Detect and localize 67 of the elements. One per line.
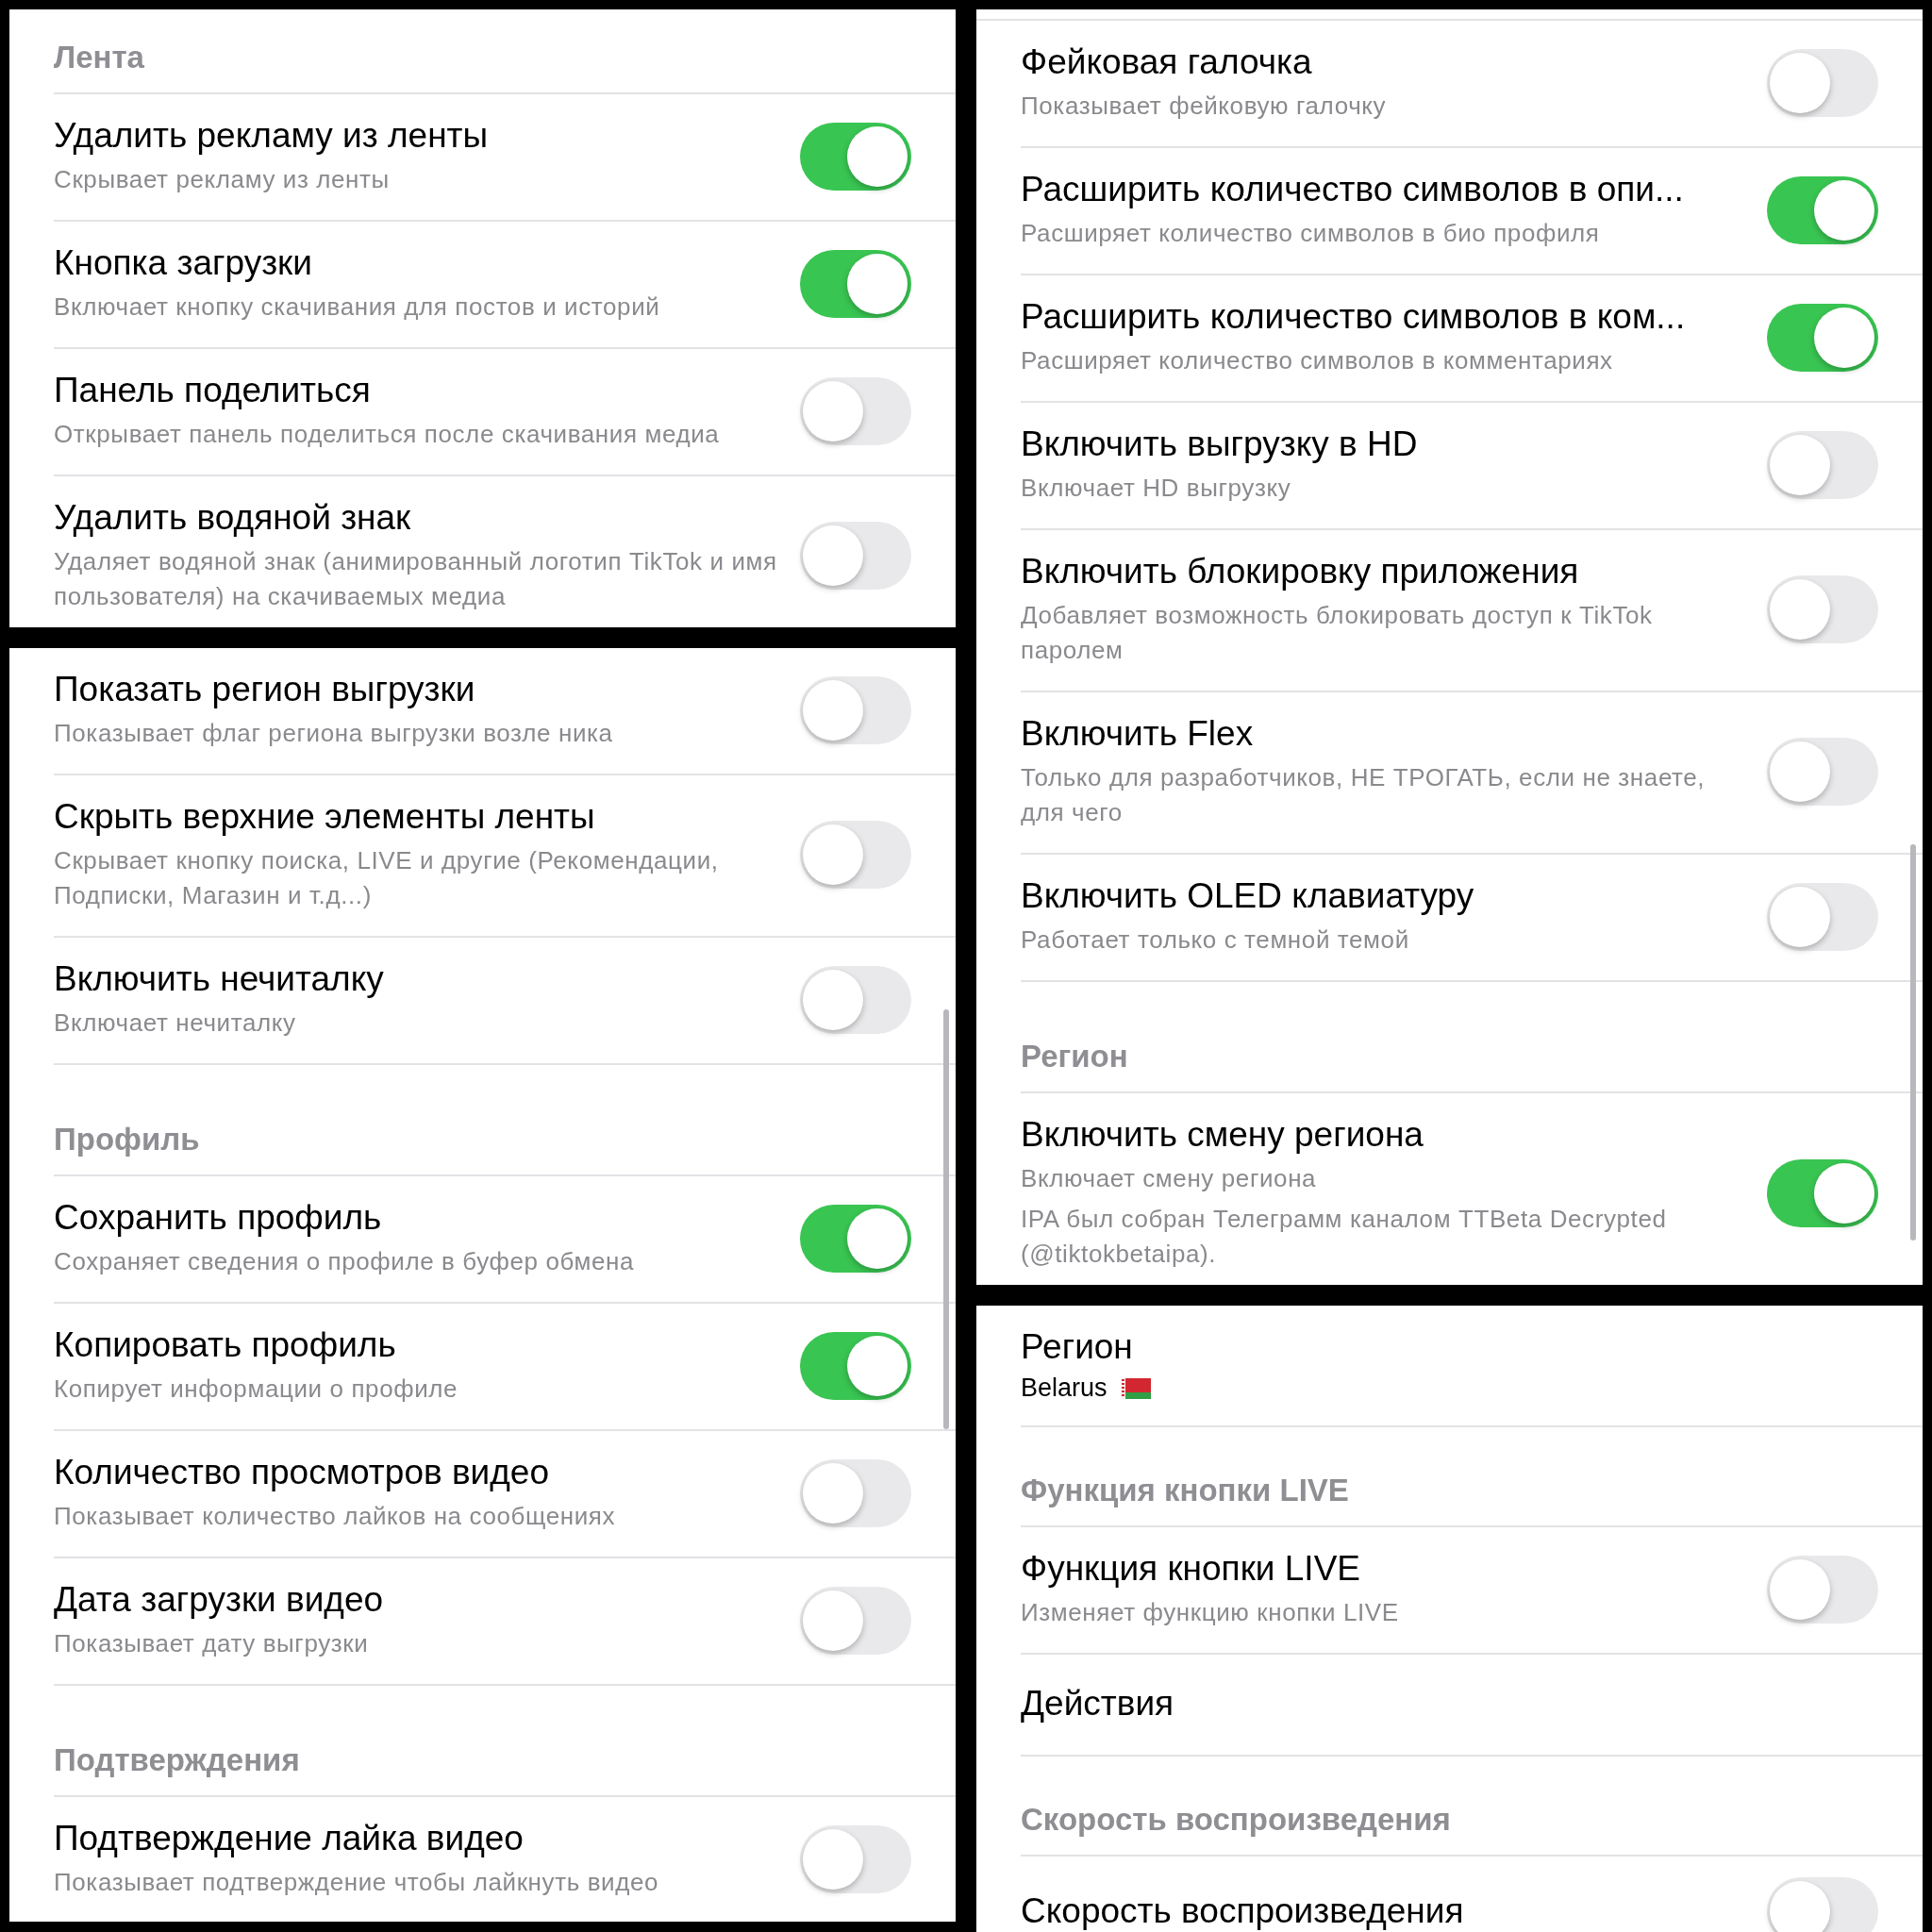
setting-description: Изменяет функцию кнопки LIVE [1021, 1597, 1400, 1628]
setting-description: Показывает количество лайков на сообщениях [54, 1501, 617, 1532]
setting-note: IPA был собран Телеграмм каналом TTBeta Decrypted (@tiktokbetaipa). [1021, 1204, 1668, 1270]
toggle-switch[interactable] [1767, 1555, 1878, 1624]
toggle-switch[interactable] [1767, 882, 1878, 951]
setting-description: Расширяет количество символов в комментариях [1021, 345, 1614, 376]
setting-title: Расширить количество символов в ком... [1021, 296, 1687, 338]
section-header: Лента [54, 9, 956, 94]
setting-description: Показывает дату выгрузки [54, 1628, 370, 1659]
setting-description: Добавляет возможность блокировать доступ к TikTok паролем [1021, 600, 1654, 666]
toggle-switch[interactable] [800, 1824, 911, 1893]
section-header: Функция кнопки LIVE [1021, 1427, 1923, 1527]
setting-description: Скрывает кнопку поиска, LIVE и другие (Рекомендации, Подписки, Магазин и т.д...) [54, 845, 720, 911]
toggle-switch[interactable] [1767, 430, 1878, 499]
toggle-switch[interactable] [800, 965, 911, 1034]
setting-description: Удаляет водяной знак (анимированный логотип TikTok и имя пользователя) на скачиваемых медиа [54, 546, 778, 612]
toggle-switch[interactable] [1767, 1877, 1878, 1932]
setting-title: Удалить рекламу из ленты [54, 115, 490, 157]
setting-title: Количество просмотров видео [54, 1452, 550, 1493]
setting-title: Дата загрузки видео [54, 1579, 385, 1621]
setting-value: Belarus [1021, 1374, 1108, 1403]
setting-title: Регион [1021, 1326, 1134, 1368]
setting-title: Фейковая галочка [1021, 42, 1313, 83]
setting-description: Скрывает рекламу из ленты [54, 164, 391, 195]
setting-title: Подтверждение лайка видео [54, 1818, 525, 1859]
setting-title: Расширить количество символов в опи... [1021, 169, 1685, 210]
setting-description: Включает кнопку скачивания для постов и историй [54, 291, 661, 323]
toggle-switch[interactable] [800, 522, 911, 590]
flag-icon [1120, 1377, 1151, 1399]
setting-description: Копирует информации о профиле [54, 1374, 459, 1405]
setting-title: Копировать профиль [54, 1324, 397, 1366]
setting-description: Показывает подтверждение чтобы лайкнуть видео [54, 1867, 660, 1898]
setting-title: Показать регион выгрузки [54, 669, 476, 710]
toggle-switch[interactable] [800, 1458, 911, 1527]
toggle-switch[interactable] [1767, 48, 1878, 117]
setting-title: Включить OLED клавиатуру [1021, 875, 1475, 917]
setting-description: Показывает фейковую галочку [1021, 91, 1388, 122]
toggle-switch[interactable] [1767, 575, 1878, 643]
setting-title: Панель поделиться [54, 370, 372, 411]
toggle-switch[interactable] [800, 376, 911, 445]
toggle-switch[interactable] [800, 821, 911, 889]
setting-description: Показывает флаг региона выгрузки возле ника [54, 718, 614, 749]
setting-title: Включить смену региона [1021, 1114, 1424, 1156]
setting-title: Включить Flex [1021, 713, 1255, 755]
toggle-switch[interactable] [1767, 738, 1878, 806]
section-header: Подтверждения [54, 1686, 956, 1797]
setting-title: Скорость воспроизведения [1021, 1890, 1465, 1932]
setting-title: Включить выгрузку в HD [1021, 424, 1419, 465]
setting-title: Кнопка загрузки [54, 242, 313, 284]
setting-title: Сохранить профиль [54, 1197, 383, 1239]
setting-description: Только для разработчиков, НЕ ТРОГАТЬ, если не знаете, для чего [1021, 762, 1707, 828]
setting-description: Включает смену региона [1021, 1163, 1318, 1194]
setting-title: Включить нечиталку [54, 958, 385, 1000]
setting-description: Работает только с темной темой [1021, 924, 1410, 956]
setting-description: Включает HD выгрузку [1021, 473, 1292, 504]
section-header: Скорость воспроизведения [1021, 1757, 1923, 1857]
setting-description: Сохраняет сведения о профиле в буфер обмена [54, 1246, 636, 1277]
setting-description: Расширяет количество символов в био профиля [1021, 218, 1601, 249]
toggle-switch[interactable] [800, 675, 911, 744]
setting-title: Скрыть верхние элементы ленты [54, 796, 596, 838]
setting-title: Функция кнопки LIVE [1021, 1548, 1361, 1590]
setting-title: Включить блокировку приложения [1021, 551, 1580, 592]
setting-description: Открывает панель поделиться после скачивания медиа [54, 419, 721, 450]
setting-description: Включает нечиталку [54, 1008, 297, 1039]
toggle-switch[interactable] [800, 1586, 911, 1655]
setting-title: Удалить водяной знак [54, 497, 412, 539]
menu-item[interactable]: Действия [1021, 1683, 1174, 1724]
